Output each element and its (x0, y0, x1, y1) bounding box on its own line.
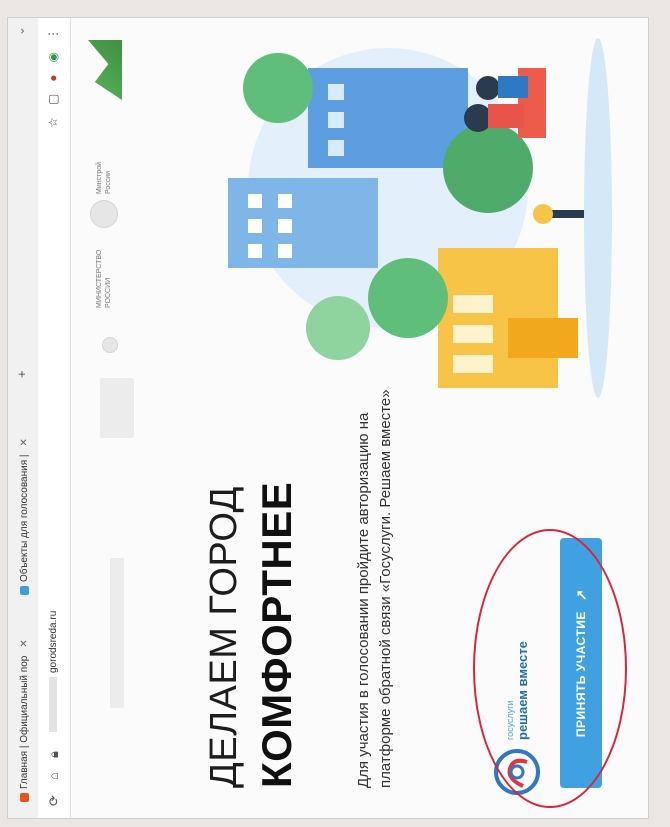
url-text: gorodsreda.ru (48, 610, 59, 673)
redacted-block (100, 378, 134, 438)
small-logo (102, 337, 118, 353)
home-icon[interactable]: ⌂ (46, 772, 61, 780)
redacted-block (110, 558, 124, 708)
hero-description: Для участия в голосовании пройдите автор… (355, 389, 394, 788)
tab-favicon (19, 586, 29, 595)
hero-title-line1: ДЕЛАЕМ ГОРОД (203, 486, 245, 788)
menu-icon[interactable]: ⋮ (46, 28, 60, 40)
emblem-icon (90, 200, 118, 228)
reload-icon[interactable]: ⟳ (46, 795, 62, 806)
url-field[interactable]: gorodsreda.ru (45, 312, 63, 732)
ministry-logo[interactable]: МИНИСТЕРСТВО РОССИИ (95, 250, 113, 308)
tab-label: Объекты для голосования | (18, 454, 30, 583)
ministry-label: МИНИСТЕРСТВО РОССИИ (96, 249, 112, 308)
tab-home[interactable]: Главная | Официальный пор ✕ (14, 631, 34, 810)
tab-label: Главная | Официальный пор (18, 655, 30, 789)
profile-icon[interactable]: ◉ (46, 52, 60, 62)
emblem-icon (102, 337, 118, 353)
green-logo[interactable] (88, 40, 122, 100)
address-bar: ⟳ ⌂ 🔒︎ gorodsreda.ru ☆ ▢ ● ◉ ⋮ (38, 18, 71, 818)
tab-favicon (19, 793, 29, 802)
bookmark-icon[interactable]: ▢ (46, 94, 60, 105)
chevron-down-icon[interactable]: ⌄ (13, 26, 27, 36)
extension-icon[interactable]: ● (46, 74, 60, 81)
close-icon[interactable]: ✕ (19, 639, 30, 647)
hero-title-line2: КОМФОРТНЕЕ (253, 481, 300, 788)
highlight-ellipse (473, 529, 627, 808)
extension-icons: ☆ ▢ ● ◉ ⋮ (46, 28, 60, 128)
star-icon[interactable]: ☆ (46, 117, 60, 128)
tab-voting-objects[interactable]: Объекты для голосования | ✕ (14, 430, 34, 603)
site-header: МИНИСТЕРСТВО РОССИИ Минстрой России (70, 18, 190, 818)
city-illustration (228, 38, 612, 398)
minstroy-logo[interactable]: Минстрой России (90, 162, 118, 228)
minstroy-label: Минстрой России (96, 161, 112, 194)
url-redacted (49, 677, 58, 732)
new-tab-button[interactable]: + (14, 370, 29, 378)
tab-strip: Главная | Официальный пор ✕ Объекты для … (8, 18, 39, 818)
close-icon[interactable]: ✕ (19, 438, 30, 446)
lock-icon[interactable]: 🔒︎ (46, 751, 62, 758)
browser-window: Главная | Официальный пор ✕ Объекты для … (8, 18, 648, 818)
